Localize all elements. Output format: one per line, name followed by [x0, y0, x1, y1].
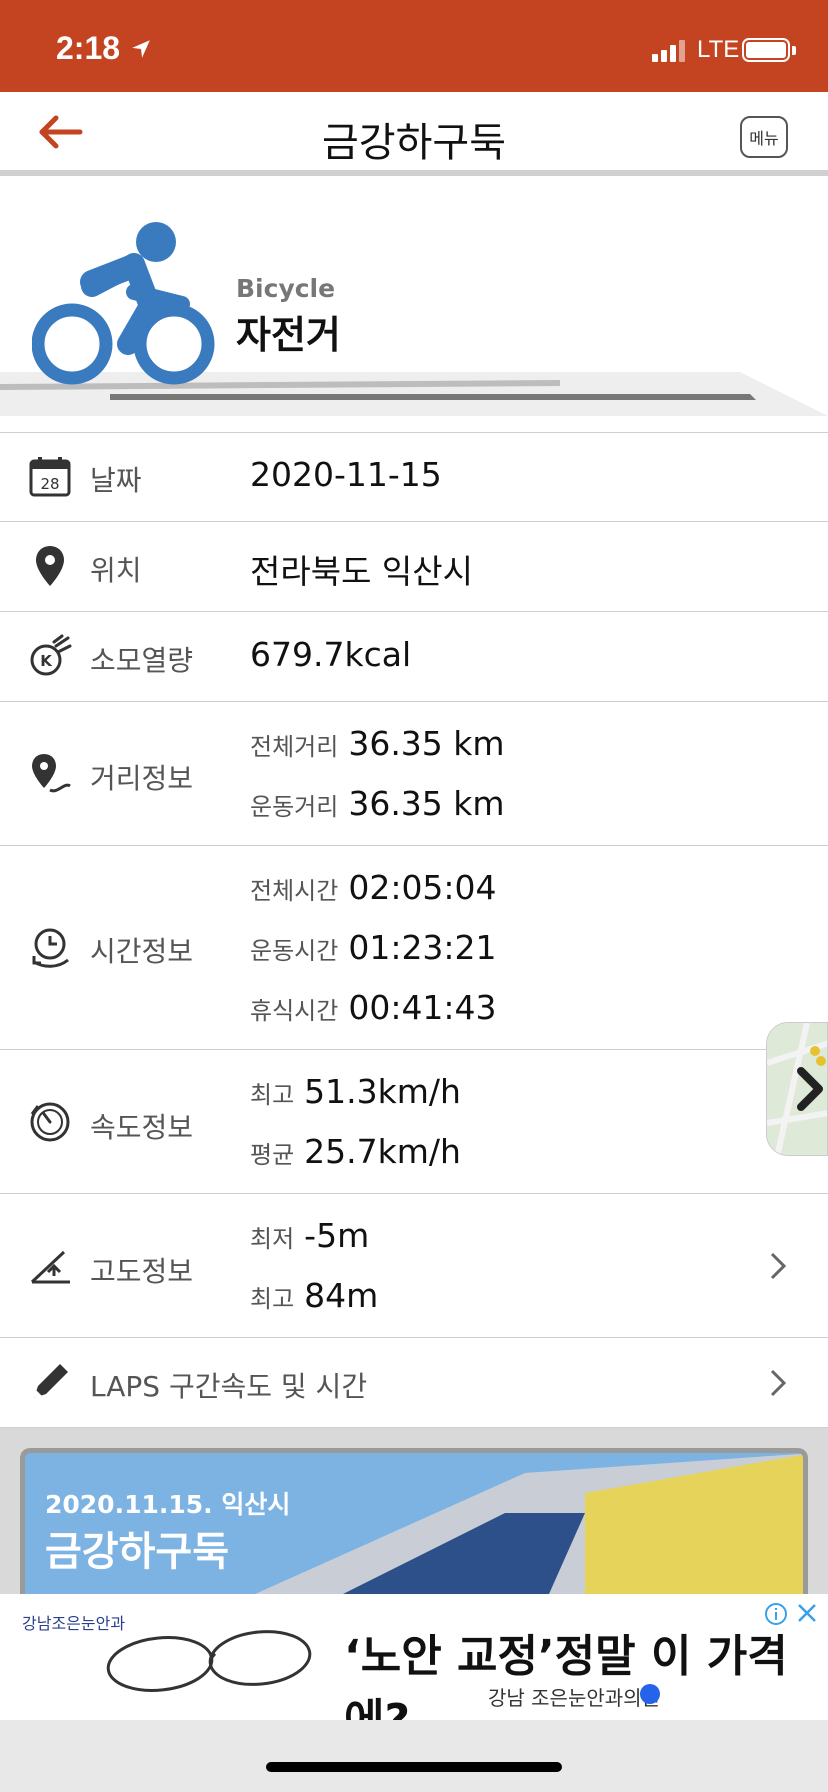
ad-banner[interactable]: 강남조은눈안과 ‘노안 교정’정말 이 가격에? 강남 조은눈안과의원: [0, 1594, 828, 1746]
status-bar: 2:18 LTE: [0, 0, 828, 92]
calendar-icon: 28: [29, 457, 71, 497]
row-laps[interactable]: LAPS 구간속도 및 시간: [0, 1338, 828, 1428]
photo-date: 2020.11.15. 익산시: [45, 1490, 291, 1519]
info-list: 28 날짜 2020-11-15 위치 전라북도 익산시 K 소모열량 679.…: [0, 432, 828, 1428]
time-rest: 휴식시간 00:41:43: [250, 988, 497, 1027]
page-title: 금강하구둑: [322, 120, 506, 166]
location-value: 전라북도 익산시: [250, 552, 474, 591]
row-distance: 거리정보 전체거리 36.35 km 운동거리 36.35 km: [0, 702, 828, 846]
battery-icon: [742, 38, 790, 62]
activity-header: Bicycle 자전거: [0, 182, 828, 416]
row-date: 28 날짜 2020-11-15: [0, 433, 828, 522]
calorie-flame-icon: K: [30, 634, 72, 676]
map-thumbnail-button[interactable]: [766, 1022, 828, 1156]
photo-title: 금강하구둑: [45, 1529, 229, 1575]
calories-value: 679.7kcal: [250, 635, 412, 674]
ad-info-icon[interactable]: [764, 1602, 788, 1626]
altitude-max: 최고 84m: [250, 1276, 379, 1315]
speed-max: 최고 51.3km/h: [250, 1072, 461, 1111]
chevron-right-icon: [770, 1252, 787, 1280]
pencil-icon: [34, 1364, 68, 1398]
glasses-image: [106, 1630, 312, 1692]
svg-text:28: 28: [40, 475, 59, 493]
speed-label: 속도정보: [90, 1111, 194, 1144]
altitude-icon: [30, 1250, 70, 1284]
menu-button[interactable]: 메뉴: [740, 116, 788, 158]
date-value: 2020-11-15: [250, 455, 442, 494]
home-indicator-area: [0, 1720, 828, 1792]
ad-subtitle: 강남 조은눈안과의원: [488, 1686, 660, 1710]
distance-exercise: 운동거리 36.35 km: [250, 784, 505, 823]
row-altitude[interactable]: 고도정보 최저 -5m 최고 84m: [0, 1194, 828, 1338]
route-pin-icon: [32, 754, 71, 793]
altitude-min: 최저 -5m: [250, 1216, 370, 1255]
row-time: 시간정보 전체시간 02:05:04 운동시간 01:23:21 휴식시간 00:41…: [0, 846, 828, 1050]
row-speed: 속도정보 최고 51.3km/h 평균 25.7km/h: [0, 1050, 828, 1194]
row-location: 위치 전라북도 익산시: [0, 522, 828, 612]
bicycle-icon: [32, 222, 215, 385]
speedometer-icon: [30, 1102, 70, 1142]
location-label: 위치: [90, 554, 142, 587]
activity-type-ko: 자전거: [236, 313, 341, 357]
map-pin-icon: [36, 546, 64, 586]
activity-type-en: Bicycle: [236, 274, 336, 303]
svg-text:K: K: [40, 652, 53, 670]
home-indicator[interactable]: [266, 1762, 562, 1772]
time-label: 시간정보: [90, 935, 194, 968]
distance-total: 전체거리 36.35 km: [250, 724, 505, 763]
calories-label: 소모열량: [90, 644, 194, 677]
location-arrow-icon: [132, 40, 150, 58]
nav-bar: 금강하구둑 메뉴: [0, 92, 828, 176]
ad-arrow-icon: [640, 1684, 660, 1704]
date-label: 날짜: [90, 464, 142, 497]
altitude-label: 고도정보: [90, 1255, 194, 1288]
row-calories: K 소모열량 679.7kcal: [0, 612, 828, 702]
signal-icon: [652, 38, 686, 62]
chevron-right-icon: [770, 1369, 787, 1397]
network-type: LTE: [697, 36, 740, 63]
time-total: 전체시간 02:05:04: [250, 868, 497, 907]
map-icon: [767, 1023, 827, 1155]
distance-label: 거리정보: [90, 762, 194, 795]
ad-close-icon[interactable]: [796, 1602, 818, 1624]
status-time: 2:18: [56, 30, 121, 66]
photo-preview[interactable]: 2020.11.15. 익산시 금강하구둑: [20, 1448, 808, 1598]
speed-average: 평균 25.7km/h: [250, 1132, 461, 1171]
laps-label: LAPS 구간속도 및 시간: [90, 1370, 368, 1403]
time-exercise: 운동시간 01:23:21: [250, 928, 497, 967]
clock-icon: [32, 928, 69, 968]
